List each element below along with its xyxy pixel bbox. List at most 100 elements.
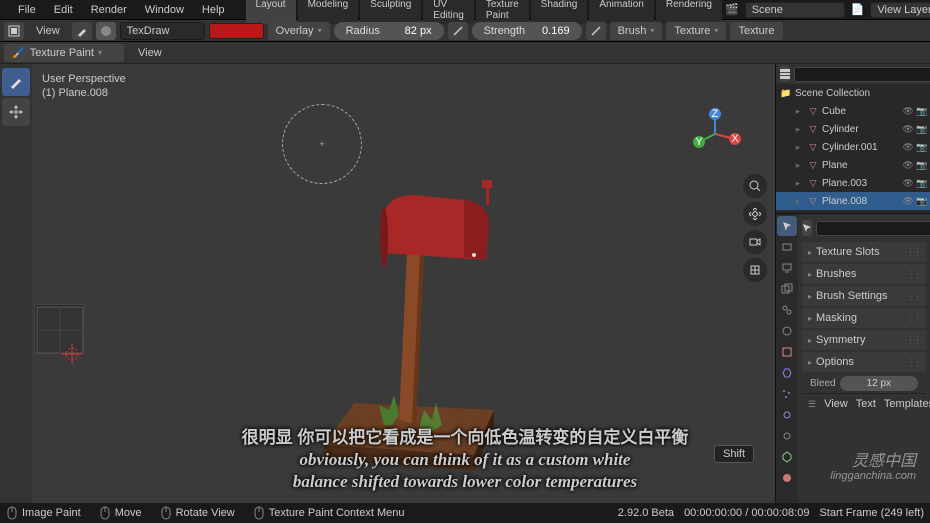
left-toolbar	[0, 64, 32, 509]
eye-icon[interactable]: 👁	[902, 141, 914, 153]
tab-animation[interactable]: Animation	[589, 0, 653, 24]
outliner-item-plane-003[interactable]: ▸▽Plane.003👁📷	[776, 174, 930, 192]
brush-tool-icon[interactable]	[72, 22, 92, 40]
view-menu[interactable]: View	[28, 23, 68, 39]
texture-dropdown[interactable]: Texture▾	[666, 22, 726, 40]
tab-modeling[interactable]: Modeling	[298, 0, 359, 24]
brush-preview-icon[interactable]	[96, 22, 116, 40]
tab-sculpting[interactable]: Sculpting	[360, 0, 421, 24]
prop-tab-viewlayer[interactable]	[777, 279, 797, 299]
props-editor-type[interactable]	[802, 220, 812, 236]
prop-tab-object[interactable]	[777, 342, 797, 362]
editor-type-button[interactable]	[4, 22, 24, 40]
panel-masking[interactable]: ▸Masking⋮⋮	[802, 308, 926, 328]
view-layer-field[interactable]: View Layer	[870, 2, 930, 18]
right-panel: ▽ 📁 Scene Collection ▸▽Cube👁📷▸▽Cylinder👁…	[775, 64, 930, 509]
menu-window[interactable]: Window	[137, 2, 192, 18]
prop-tab-scene[interactable]	[777, 300, 797, 320]
panel-symmetry[interactable]: ▸Symmetry⋮⋮	[802, 330, 926, 350]
mouse-icon	[253, 506, 265, 520]
radius-slider[interactable]: Radius82 px	[334, 22, 444, 40]
grip-icon[interactable]: ⋮⋮	[906, 291, 920, 302]
zoom-gizmo-icon[interactable]	[743, 174, 767, 198]
menu-render[interactable]: Render	[83, 2, 135, 18]
blend-mode-dropdown[interactable]: Overlay▾	[268, 22, 330, 40]
prop-tab-particles[interactable]	[777, 384, 797, 404]
camera-icon[interactable]: 📷	[916, 141, 928, 153]
eye-icon[interactable]: 👁	[902, 123, 914, 135]
panel-brush-settings[interactable]: ▸Brush Settings⋮⋮	[802, 286, 926, 306]
prop-tab-render[interactable]	[777, 237, 797, 257]
grip-icon[interactable]: ⋮⋮	[906, 335, 920, 346]
mode-selector[interactable]: 🖌️Texture Paint▾	[4, 44, 124, 62]
view-menu-2[interactable]: View	[130, 45, 170, 61]
footer-view[interactable]: View	[824, 398, 848, 410]
footer-text[interactable]: Text	[856, 398, 876, 410]
outliner-collection-row[interactable]: 📁 Scene Collection	[776, 84, 930, 102]
perspective-gizmo-icon[interactable]	[743, 258, 767, 282]
prop-tab-constraints[interactable]	[777, 426, 797, 446]
panel-texture-slots[interactable]: ▸Texture Slots⋮⋮	[802, 242, 926, 262]
strength-slider[interactable]: Strength0.169	[472, 22, 582, 40]
text-editor-icon[interactable]: ☰	[808, 398, 816, 410]
prop-tab-data[interactable]	[777, 447, 797, 467]
radius-pressure-toggle[interactable]	[448, 22, 468, 40]
camera-icon[interactable]: 📷	[916, 159, 928, 171]
menu-edit[interactable]: Edit	[46, 2, 81, 18]
brush-color-picker[interactable]	[209, 23, 264, 39]
camera-gizmo-icon[interactable]	[743, 230, 767, 254]
outliner-item-plane-008[interactable]: ▸▽Plane.008👁📷	[776, 192, 930, 210]
footer-templates[interactable]: Templates	[884, 398, 930, 410]
scene-name-field[interactable]: Scene	[745, 2, 845, 18]
camera-icon[interactable]: 📷	[916, 123, 928, 135]
grip-icon[interactable]: ⋮⋮	[906, 313, 920, 324]
prop-tab-material[interactable]	[777, 468, 797, 488]
grip-icon[interactable]: ⋮⋮	[906, 269, 920, 280]
move-tool[interactable]	[2, 98, 30, 126]
panel-brushes[interactable]: ▸Brushes⋮⋮	[802, 264, 926, 284]
props-search-input[interactable]	[816, 221, 930, 236]
outliner-item-cylinder[interactable]: ▸▽Cylinder👁📷	[776, 120, 930, 138]
panel-options[interactable]: ▸Options⋮⋮	[802, 352, 926, 372]
outliner-item-cylinder-001[interactable]: ▸▽Cylinder.001👁📷	[776, 138, 930, 156]
menu-help[interactable]: Help	[194, 2, 233, 18]
tab-layout[interactable]: Layout	[246, 0, 296, 24]
camera-icon[interactable]: 📷	[916, 195, 928, 207]
outliner-editor-type[interactable]	[780, 66, 790, 82]
mouse-icon	[160, 506, 172, 520]
outliner-item-plane[interactable]: ▸▽Plane👁📷	[776, 156, 930, 174]
draw-tool[interactable]	[2, 68, 30, 96]
subtitle-overlay: 很明显 你可以把它看成是一个向低色温转变的自定义白平衡 obviously, y…	[165, 427, 765, 493]
camera-icon[interactable]: 📷	[916, 105, 928, 117]
eye-icon[interactable]: 👁	[902, 159, 914, 171]
tool-header: View TexDraw Overlay▾ Radius82 px Streng…	[0, 20, 930, 42]
prop-tab-world[interactable]	[777, 321, 797, 341]
menu-file[interactable]: File	[10, 2, 44, 18]
texture-mask-dropdown[interactable]: Texture	[730, 22, 782, 40]
prop-tab-modifier[interactable]	[777, 363, 797, 383]
grip-icon[interactable]: ⋮⋮	[906, 247, 920, 258]
outliner-search-input[interactable]	[794, 67, 930, 82]
eye-icon[interactable]: 👁	[902, 105, 914, 117]
tab-texture-paint[interactable]: Texture Paint	[476, 0, 529, 24]
bleed-value-field[interactable]: 12 px	[840, 376, 918, 391]
outliner: ▽ 📁 Scene Collection ▸▽Cube👁📷▸▽Cylinder👁…	[776, 64, 930, 214]
chevron-right-icon: ▸	[808, 248, 812, 257]
orientation-gizmo[interactable]: X Y Z	[685, 104, 745, 164]
prop-tab-physics[interactable]	[777, 405, 797, 425]
tab-rendering[interactable]: Rendering	[656, 0, 722, 24]
eye-icon[interactable]: 👁	[902, 195, 914, 207]
eye-icon[interactable]: 👁	[902, 177, 914, 189]
grip-icon[interactable]: ⋮⋮	[906, 357, 920, 368]
brush-dropdown[interactable]: Brush▾	[610, 22, 663, 40]
viewport-gizmo-buttons	[743, 174, 767, 282]
outliner-item-cube[interactable]: ▸▽Cube👁📷	[776, 102, 930, 120]
tab-uv-editing[interactable]: UV Editing	[423, 0, 474, 24]
tab-shading[interactable]: Shading	[531, 0, 588, 24]
pan-gizmo-icon[interactable]	[743, 202, 767, 226]
strength-pressure-toggle[interactable]	[586, 22, 606, 40]
camera-icon[interactable]: 📷	[916, 177, 928, 189]
brush-name-field[interactable]: TexDraw	[120, 22, 205, 40]
prop-tab-output[interactable]	[777, 258, 797, 278]
prop-tab-active-tool[interactable]	[777, 216, 797, 236]
